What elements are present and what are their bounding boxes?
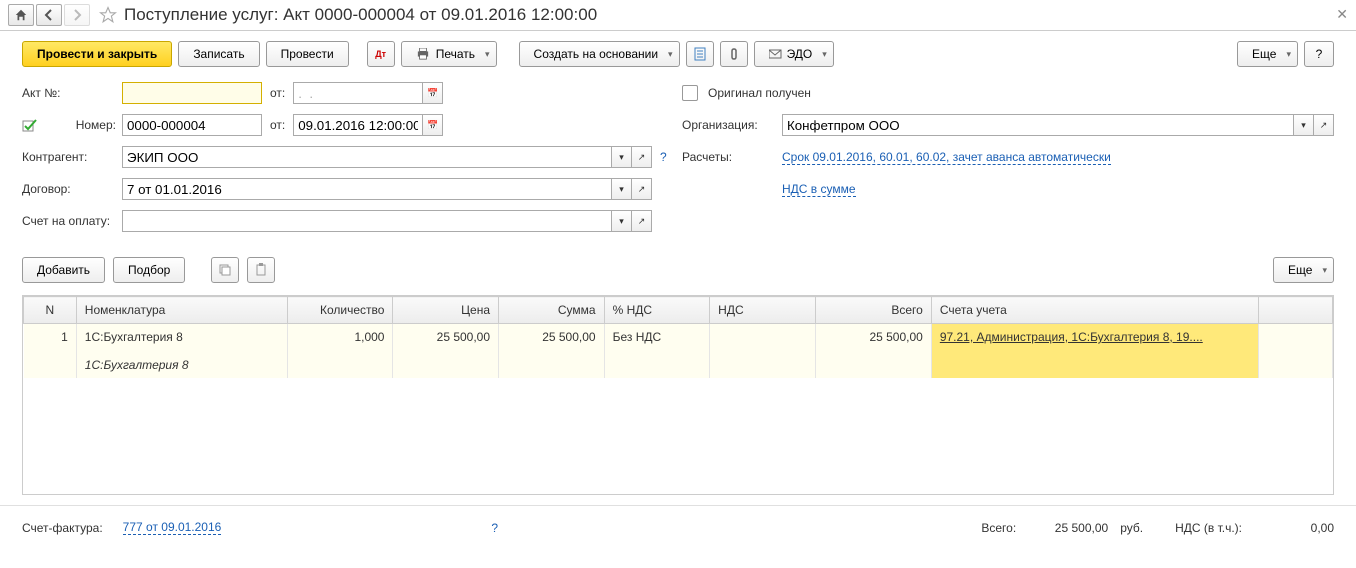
calc-label: Расчеты: bbox=[682, 150, 782, 164]
footer: Счет-фактура: 777 от 09.01.2016 ? Всего:… bbox=[0, 505, 1356, 549]
col-sum[interactable]: Сумма bbox=[499, 297, 605, 324]
favorite-icon[interactable] bbox=[98, 5, 118, 25]
close-button[interactable]: ✕ bbox=[1336, 6, 1348, 23]
cell-vat[interactable] bbox=[710, 324, 816, 379]
counterparty-open[interactable]: ↗ bbox=[632, 146, 652, 168]
counterparty-help[interactable]: ? bbox=[660, 150, 667, 164]
currency: руб. bbox=[1120, 521, 1143, 535]
table-row[interactable]: 1 1С:Бухгалтерия 8 1С:Бухгалтерия 8 1,00… bbox=[24, 324, 1333, 379]
cell-n[interactable]: 1 bbox=[24, 324, 77, 379]
from-label-1: от: bbox=[270, 86, 285, 100]
table-toolbar: Добавить Подбор Еще bbox=[0, 251, 1356, 289]
org-input[interactable] bbox=[782, 114, 1294, 136]
form-area: Акт №: от: 📅 Номер: от: 📅 Контрагент: ▾ … bbox=[0, 77, 1356, 251]
total-label: Всего: bbox=[981, 521, 1016, 535]
calendar-icon[interactable]: 📅 bbox=[423, 82, 443, 104]
paste-button[interactable] bbox=[247, 257, 275, 283]
save-button[interactable]: Записать bbox=[178, 41, 259, 67]
invoice-drop[interactable]: ▾ bbox=[612, 210, 632, 232]
table-header-row: N Номенклатура Количество Цена Сумма % Н… bbox=[24, 297, 1333, 324]
create-based-button[interactable]: Создать на основании bbox=[519, 41, 680, 67]
act-date-input[interactable] bbox=[293, 82, 423, 104]
posted-icon bbox=[22, 118, 38, 132]
table-more-button[interactable]: Еще bbox=[1273, 257, 1334, 283]
contract-open[interactable]: ↗ bbox=[632, 178, 652, 200]
org-open[interactable]: ↗ bbox=[1314, 114, 1334, 136]
act-no-input[interactable] bbox=[122, 82, 262, 104]
number-input[interactable] bbox=[122, 114, 262, 136]
cell-sum[interactable]: 25 500,00 bbox=[499, 324, 605, 379]
cell-nomen[interactable]: 1С:Бухгалтерия 8 1С:Бухгалтерия 8 bbox=[76, 324, 287, 379]
counterparty-drop[interactable]: ▾ bbox=[612, 146, 632, 168]
copy-button[interactable] bbox=[211, 257, 239, 283]
cell-total[interactable]: 25 500,00 bbox=[815, 324, 931, 379]
invoice-label: Счет на оплату: bbox=[22, 214, 122, 228]
structure-button[interactable] bbox=[686, 41, 714, 67]
cell-vat-rate[interactable]: Без НДС bbox=[604, 324, 710, 379]
cell-price[interactable]: 25 500,00 bbox=[393, 324, 499, 379]
main-toolbar: Провести и закрыть Записать Провести Дт … bbox=[0, 31, 1356, 77]
totals: Всего: 25 500,00 руб. НДС (в т.ч.): 0,00 bbox=[981, 521, 1334, 535]
date-input[interactable] bbox=[293, 114, 423, 136]
col-qty[interactable]: Количество bbox=[287, 297, 393, 324]
forward-button[interactable] bbox=[64, 4, 90, 26]
help-button[interactable]: ? bbox=[1304, 41, 1334, 67]
vat-value: 0,00 bbox=[1254, 521, 1334, 535]
org-label: Организация: bbox=[682, 118, 782, 132]
title-bar: Поступление услуг: Акт 0000-000004 от 09… bbox=[0, 0, 1356, 31]
contract-drop[interactable]: ▾ bbox=[612, 178, 632, 200]
sf-help[interactable]: ? bbox=[491, 521, 498, 535]
original-received-label: Оригинал получен bbox=[708, 86, 811, 100]
col-vat-rate[interactable]: % НДС bbox=[604, 297, 710, 324]
sf-link[interactable]: 777 от 09.01.2016 bbox=[123, 520, 222, 535]
col-vat[interactable]: НДС bbox=[710, 297, 816, 324]
number-label: Номер: bbox=[44, 118, 122, 132]
vat-label: НДС (в т.ч.): bbox=[1175, 521, 1242, 535]
from-label-2: от: bbox=[270, 118, 285, 132]
calc-link[interactable]: Срок 09.01.2016, 60.01, 60.02, зачет ава… bbox=[782, 150, 1111, 165]
contract-label: Договор: bbox=[22, 182, 122, 196]
back-button[interactable] bbox=[36, 4, 62, 26]
print-button[interactable]: Печать bbox=[401, 41, 497, 67]
col-extra bbox=[1259, 297, 1333, 324]
counterparty-label: Контрагент: bbox=[22, 150, 122, 164]
edo-button[interactable]: ЭДО bbox=[754, 41, 834, 67]
invoice-open[interactable]: ↗ bbox=[632, 210, 652, 232]
col-n[interactable]: N bbox=[24, 297, 77, 324]
col-total[interactable]: Всего bbox=[815, 297, 931, 324]
attach-button[interactable] bbox=[720, 41, 748, 67]
cell-accounts[interactable]: 97.21, Администрация, 1С:Бухгалтерия 8, … bbox=[931, 324, 1258, 379]
contract-input[interactable] bbox=[122, 178, 612, 200]
org-drop[interactable]: ▾ bbox=[1294, 114, 1314, 136]
col-accounts[interactable]: Счета учета bbox=[931, 297, 1258, 324]
col-nomen[interactable]: Номенклатура bbox=[76, 297, 287, 324]
counterparty-input[interactable] bbox=[122, 146, 612, 168]
post-button[interactable]: Провести bbox=[266, 41, 349, 67]
calendar-icon-2[interactable]: 📅 bbox=[423, 114, 443, 136]
invoice-input[interactable] bbox=[122, 210, 612, 232]
col-price[interactable]: Цена bbox=[393, 297, 499, 324]
items-table: N Номенклатура Количество Цена Сумма % Н… bbox=[22, 295, 1334, 495]
total-value: 25 500,00 bbox=[1028, 521, 1108, 535]
more-button[interactable]: Еще bbox=[1237, 41, 1298, 67]
act-no-label: Акт №: bbox=[22, 86, 122, 100]
pick-button[interactable]: Подбор bbox=[113, 257, 185, 283]
cell-qty[interactable]: 1,000 bbox=[287, 324, 393, 379]
original-received-checkbox[interactable] bbox=[682, 85, 698, 101]
window-title: Поступление услуг: Акт 0000-000004 от 09… bbox=[124, 5, 597, 25]
dt-kt-button[interactable]: Дт bbox=[367, 41, 395, 67]
vat-mode-link[interactable]: НДС в сумме bbox=[782, 182, 856, 197]
post-and-close-button[interactable]: Провести и закрыть bbox=[22, 41, 172, 67]
add-button[interactable]: Добавить bbox=[22, 257, 105, 283]
home-button[interactable] bbox=[8, 4, 34, 26]
sf-label: Счет-фактура: bbox=[22, 521, 103, 535]
